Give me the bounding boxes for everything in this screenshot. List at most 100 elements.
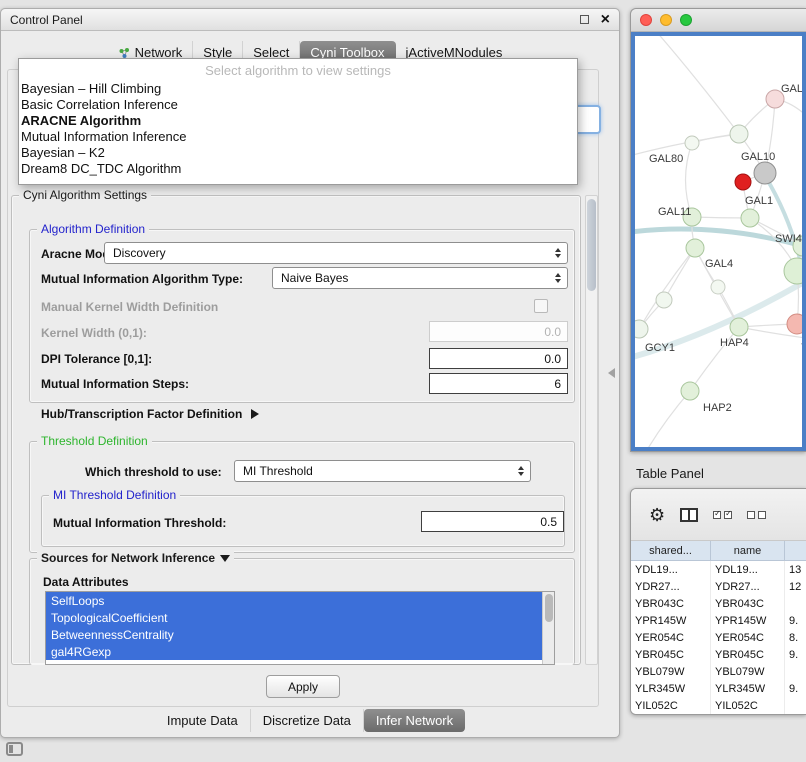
table-cell: YBL079W — [711, 663, 785, 680]
hide-columns-icon[interactable] — [747, 511, 766, 519]
manual-kernel-checkbox[interactable] — [534, 299, 548, 313]
kernel-width-input[interactable]: 0.0 — [429, 321, 568, 342]
float-window-icon[interactable] — [580, 15, 589, 24]
table-cell: 12 — [785, 578, 806, 595]
table-row[interactable]: YDR27...YDR27...12 — [631, 578, 806, 595]
select-all-columns-icon[interactable] — [713, 511, 732, 519]
dpi-tolerance-label: DPI Tolerance [0,1]: — [41, 352, 152, 366]
table-cell: YER054C — [631, 629, 711, 646]
network-node-gal1[interactable] — [741, 209, 759, 227]
tab-impute-data[interactable]: Impute Data — [155, 709, 251, 732]
data-attribute-item[interactable]: TopologicalCoefficient — [46, 609, 542, 626]
sources-group-title: Sources for Network Inference — [41, 551, 215, 565]
aracne-mode-select[interactable]: Discovery — [104, 242, 568, 264]
which-threshold-label: Which threshold to use: — [85, 465, 222, 479]
network-node[interactable] — [784, 258, 803, 284]
panel-dock-icon[interactable] — [6, 742, 23, 756]
column-header[interactable]: name — [711, 541, 785, 560]
dpi-tolerance-input[interactable]: 0.0 — [429, 348, 568, 369]
network-node[interactable] — [656, 292, 672, 308]
algorithm-option[interactable]: Dream8 DC_TDC Algorithm — [19, 161, 577, 177]
minimize-window-icon[interactable] — [660, 14, 672, 26]
zoom-window-icon[interactable] — [680, 14, 692, 26]
data-attributes-label: Data Attributes — [43, 575, 129, 589]
table-cell: 9. — [785, 680, 806, 697]
network-node-hap2[interactable] — [681, 382, 699, 400]
settings-scrollbar[interactable] — [585, 195, 598, 665]
network-node[interactable] — [787, 314, 803, 334]
table-cell: YIL052C — [711, 697, 785, 714]
table-cell: 8. — [785, 629, 806, 646]
hub-definition-expander[interactable]: Hub/Transcription Factor Definition — [41, 407, 259, 421]
network-node-gal10[interactable] — [754, 162, 776, 184]
algorithm-option[interactable]: ARACNE Algorithm — [19, 113, 577, 129]
tab-infer-network[interactable]: Infer Network — [364, 709, 465, 732]
network-node-label: GAL4 — [705, 258, 733, 270]
apply-button[interactable]: Apply — [266, 675, 340, 698]
table-cell: YER054C — [711, 629, 785, 646]
table-row[interactable]: YDL19...YDL19...13 — [631, 561, 806, 578]
algorithm-option[interactable]: Basic Correlation Inference — [19, 97, 577, 113]
network-node-gal4[interactable] — [686, 239, 704, 257]
network-node-label: GCY1 — [645, 342, 675, 354]
table-cell — [785, 697, 806, 714]
network-node-label: GAL80 — [649, 153, 683, 165]
network-node-label: HAP4 — [720, 337, 749, 349]
algorithm-definition-title: Algorithm Definition — [37, 222, 149, 236]
gear-icon[interactable]: ⚙ — [649, 506, 665, 524]
column-header[interactable]: shared... — [631, 541, 711, 560]
network-node-label: GAL10 — [741, 151, 775, 163]
algorithm-option[interactable]: Bayesian – K2 — [19, 145, 577, 161]
table-row[interactable]: YER054CYER054C8. — [631, 629, 806, 646]
mi-steps-input[interactable]: 6 — [429, 373, 568, 394]
table-cell — [785, 595, 806, 612]
table-cell: YIL052C — [631, 697, 711, 714]
network-node[interactable] — [735, 174, 751, 190]
network-canvas[interactable]: GALGAL80GAL10GAL1GAL11SWI4GAL4GCY1HAP4YH… — [631, 32, 806, 451]
bottom-tabbar: Impute DataDiscretize DataInfer Network — [1, 709, 619, 732]
network-node[interactable] — [730, 125, 748, 143]
network-icon — [118, 47, 130, 59]
table-row[interactable]: YPR145WYPR145W9. — [631, 612, 806, 629]
table-row[interactable]: YBL079WYBL079W — [631, 663, 806, 680]
algorithm-option[interactable]: Mutual Information Inference — [19, 129, 577, 145]
list-scrollbar[interactable] — [542, 592, 554, 664]
mi-threshold-input[interactable]: 0.5 — [421, 511, 564, 532]
table-row[interactable]: YBR043CYBR043C — [631, 595, 806, 612]
network-node[interactable] — [711, 280, 725, 294]
table-row[interactable]: YIL052CYIL052C — [631, 697, 806, 714]
network-node-gal80[interactable] — [685, 136, 699, 150]
data-attribute-item[interactable]: BetweennessCentrality — [46, 626, 542, 643]
network-node-hap4[interactable] — [730, 318, 748, 336]
network-edge — [639, 248, 695, 329]
tab-discretize-data[interactable]: Discretize Data — [251, 709, 364, 732]
list-scrollbar-thumb[interactable] — [545, 594, 553, 622]
which-threshold-select[interactable]: MI Threshold — [234, 460, 531, 482]
sources-group-toggle[interactable]: Sources for Network Inference — [37, 551, 234, 565]
columns-icon[interactable] — [680, 508, 698, 522]
column-header[interactable] — [785, 541, 806, 560]
network-window-titlebar — [631, 9, 806, 32]
network-graph[interactable]: GALGAL80GAL10GAL1GAL11SWI4GAL4GCY1HAP4YH… — [635, 36, 803, 449]
network-edge — [655, 36, 739, 134]
network-node-label: HAP2 — [703, 402, 732, 414]
data-attribute-item[interactable]: gal4RGexp — [46, 643, 542, 660]
table-row[interactable]: YBR045CYBR045C9. — [631, 646, 806, 663]
table-cell: YLR345W — [631, 680, 711, 697]
manual-kernel-label: Manual Kernel Width Definition — [41, 300, 218, 314]
data-attribute-item[interactable]: SelfLoops — [46, 592, 542, 609]
splitter-collapse-icon[interactable] — [608, 368, 615, 378]
dropdown-items: Bayesian – Hill ClimbingBasic Correlatio… — [19, 81, 577, 177]
network-node-gcy1[interactable] — [635, 320, 648, 338]
close-panel-icon[interactable]: × — [601, 12, 610, 28]
data-attributes-list: SelfLoopsTopologicalCoefficientBetweenne… — [45, 591, 555, 665]
mi-algorithm-type-select[interactable]: Naive Bayes — [272, 267, 568, 289]
settings-scrollbar-thumb[interactable] — [587, 199, 596, 291]
table-row[interactable]: YLR345WYLR345W9. — [631, 680, 806, 697]
table-cell — [785, 663, 806, 680]
table-cell: YDR27... — [711, 578, 785, 595]
hub-definition-label: Hub/Transcription Factor Definition — [41, 407, 242, 421]
network-view-window: GALGAL80GAL10GAL1GAL11SWI4GAL4GCY1HAP4YH… — [630, 8, 806, 452]
close-window-icon[interactable] — [640, 14, 652, 26]
algorithm-option[interactable]: Bayesian – Hill Climbing — [19, 81, 577, 97]
